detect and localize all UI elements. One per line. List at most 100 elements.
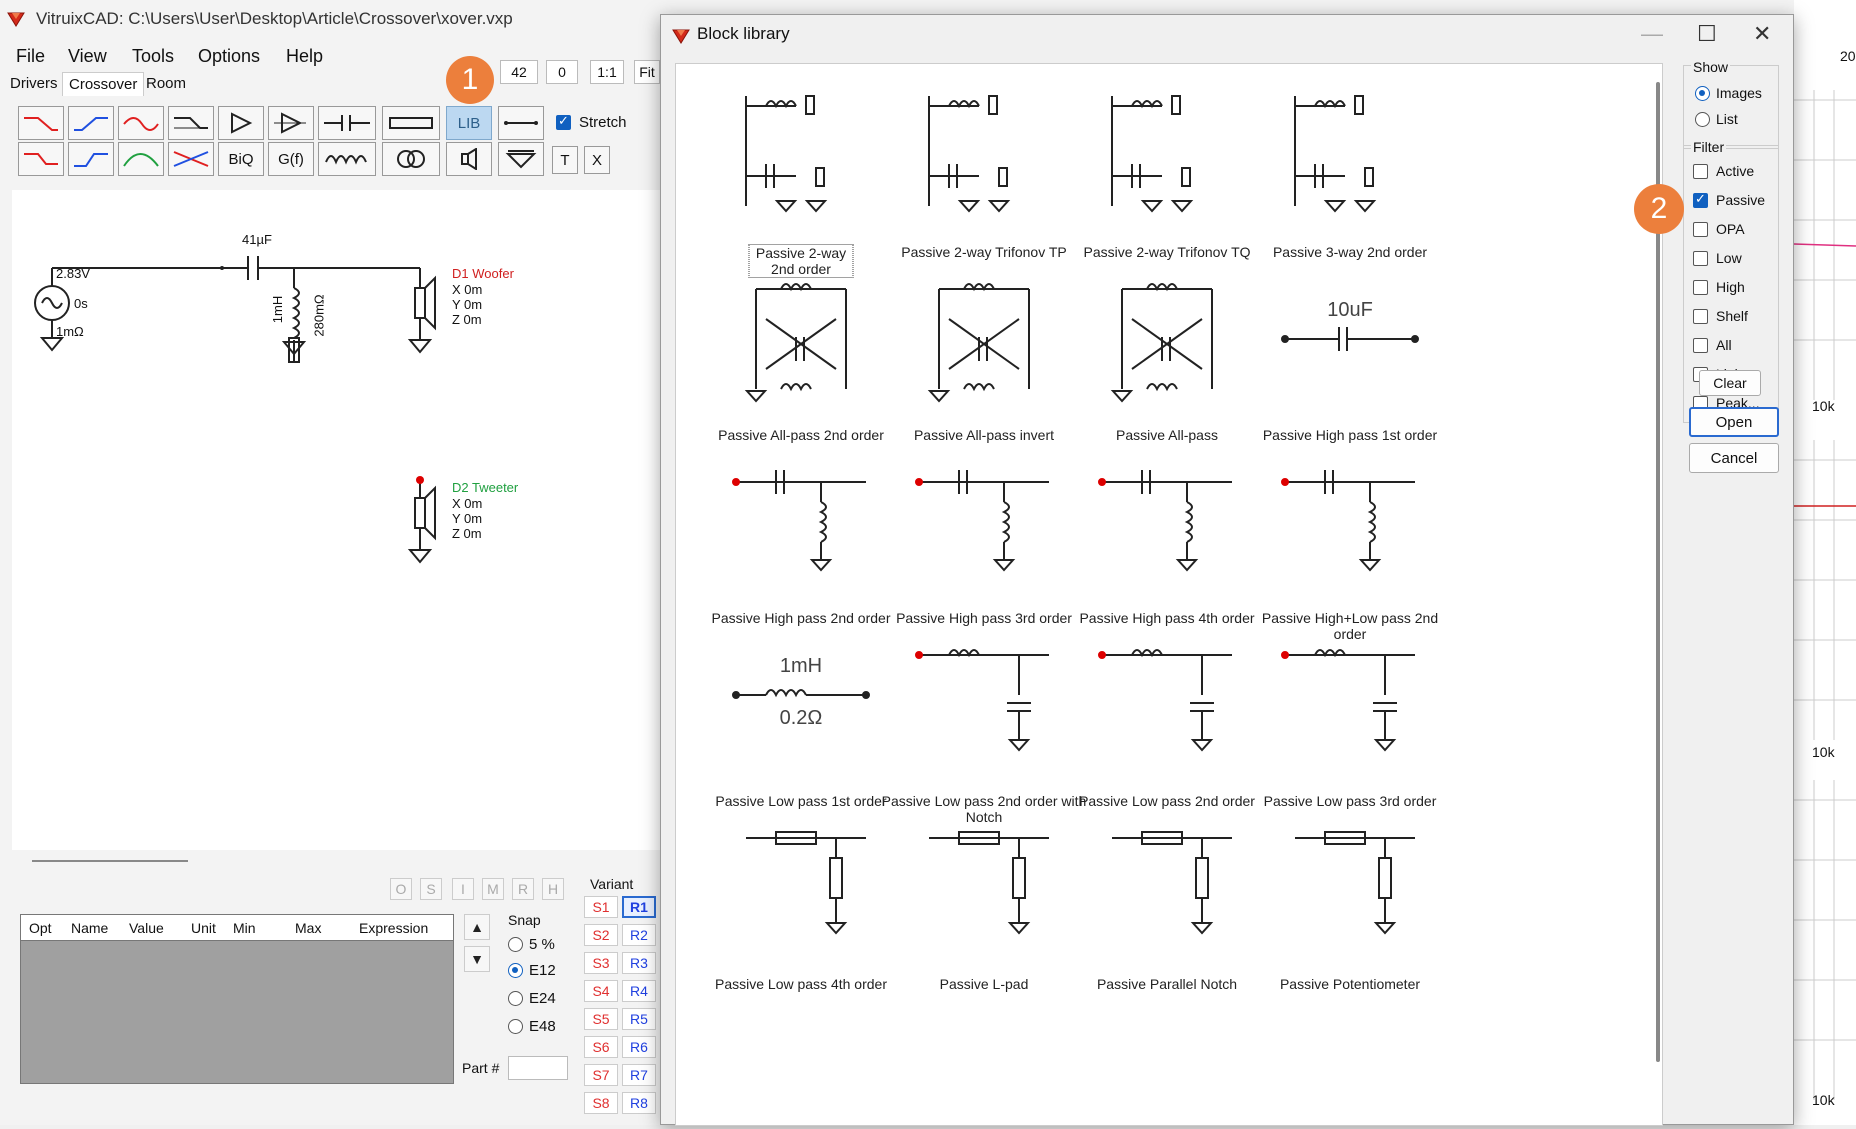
tab-drivers[interactable]: Drivers [4, 72, 64, 95]
zoom-1to1-button[interactable]: 1:1 [590, 60, 624, 84]
menu-help[interactable]: Help [286, 46, 323, 67]
opt-h-button[interactable]: H [542, 878, 564, 900]
variant-r-button[interactable]: R1 [622, 896, 656, 918]
grid-size-field[interactable]: 42 [500, 60, 538, 84]
library-item[interactable]: Passive Low pass 4th order [696, 808, 906, 1020]
show-images-radio[interactable] [1695, 85, 1710, 101]
cancel-button[interactable]: Cancel [1689, 443, 1779, 473]
menu-file[interactable]: File [16, 46, 45, 67]
library-item[interactable]: Passive 2-way 2nd order [696, 76, 906, 288]
snap-e48-radio[interactable] [508, 1019, 523, 1034]
filter-checkbox[interactable] [1693, 250, 1708, 266]
wire-button[interactable] [498, 106, 544, 140]
library-button[interactable]: LIB [446, 106, 492, 140]
library-item[interactable]: Passive All-pass [1062, 259, 1272, 471]
zoom-fit-button[interactable]: Fit [634, 60, 660, 84]
show-images[interactable]: Images [1695, 85, 1762, 101]
library-item[interactable]: Passive Low pass 2nd order [1062, 625, 1272, 837]
variant-s-button[interactable]: S7 [584, 1064, 618, 1086]
library-item[interactable]: 1mH 0.2Ω Passive Low pass 1st order [696, 625, 906, 837]
horizontal-scrollbar[interactable] [32, 860, 188, 862]
move-down-button[interactable]: ▼ [464, 946, 490, 972]
schematic-canvas[interactable]: 41µF 2.83V 0s 1mΩ 1mH 280mΩ D1 Woofer X … [12, 190, 660, 850]
amplifier-button[interactable] [218, 106, 264, 140]
inductor-button[interactable] [318, 142, 376, 176]
filter-option[interactable]: Shelf [1693, 308, 1748, 324]
variant-r-button[interactable]: R4 [622, 980, 656, 1002]
driver-button[interactable] [446, 142, 492, 176]
tab-room[interactable]: Room [140, 72, 192, 95]
filter-checkbox[interactable] [1693, 191, 1708, 208]
offset-field[interactable]: 0 [546, 60, 578, 84]
library-item[interactable]: Passive Potentiometer [1245, 808, 1455, 1020]
minimize-icon[interactable]: — [1641, 21, 1663, 47]
snap-e24-radio[interactable] [508, 991, 523, 1006]
variant-r-button[interactable]: R8 [622, 1092, 656, 1114]
variant-s-button[interactable]: S8 [584, 1092, 618, 1114]
ground-button[interactable] [498, 142, 544, 176]
variant-r-button[interactable]: R7 [622, 1064, 656, 1086]
filter-checkbox[interactable] [1693, 221, 1708, 237]
variant-s-button[interactable]: S5 [584, 1008, 618, 1030]
text-button[interactable]: T [552, 146, 578, 174]
library-item[interactable]: Passive L-pad [879, 808, 1089, 1020]
menu-options[interactable]: Options [198, 46, 260, 67]
filter-option[interactable]: High [1693, 279, 1745, 295]
opamp-button[interactable] [268, 106, 314, 140]
opt-o-button[interactable]: O [390, 878, 412, 900]
lowpass-alt-button[interactable] [18, 142, 64, 176]
library-item[interactable]: Passive High pass 2nd order [696, 442, 906, 654]
variant-r-button[interactable]: R5 [622, 1008, 656, 1030]
notch-button[interactable] [168, 142, 214, 176]
clear-filter-button[interactable]: Clear [1699, 370, 1761, 396]
library-item[interactable]: Passive 2-way Trifonov TP [879, 76, 1089, 288]
filter-option[interactable]: Active [1693, 163, 1754, 179]
biquad-button[interactable]: BiQ [218, 142, 264, 176]
snap-e24[interactable]: E24 [508, 990, 556, 1007]
filter-option[interactable]: Low [1693, 250, 1742, 266]
move-up-button[interactable]: ▲ [464, 914, 490, 940]
close-icon[interactable]: ✕ [1753, 21, 1771, 47]
library-items-area[interactable]: Passive 2-way 2nd order Passive 2-way Tri… [675, 63, 1663, 1126]
highpass-button[interactable] [68, 106, 114, 140]
menu-tools[interactable]: Tools [132, 46, 174, 67]
filter-option[interactable]: All [1693, 337, 1732, 353]
opt-i-button[interactable]: I [452, 878, 474, 900]
snap-5pct[interactable]: 5 % [508, 936, 555, 953]
library-item[interactable]: Passive 2-way Trifonov TQ [1062, 76, 1272, 288]
snap-e12-radio[interactable] [508, 963, 523, 978]
library-item[interactable]: Passive High pass 3rd order [879, 442, 1089, 654]
bandpass-button[interactable] [118, 106, 164, 140]
library-item[interactable]: Passive High pass 4th order [1062, 442, 1272, 654]
lowpass-button[interactable] [18, 106, 64, 140]
variant-s-button[interactable]: S4 [584, 980, 618, 1002]
variant-r-button[interactable]: R2 [622, 924, 656, 946]
library-item[interactable]: Passive Parallel Notch [1062, 808, 1272, 1020]
filter-option[interactable]: Passive [1693, 191, 1765, 208]
variant-s-button[interactable]: S2 [584, 924, 618, 946]
filter-checkbox[interactable] [1693, 279, 1708, 295]
open-button[interactable]: Open [1689, 407, 1779, 437]
opt-s-button[interactable]: S [420, 878, 442, 900]
library-item[interactable]: 10uF Passive High pass 1st order [1245, 259, 1455, 471]
variant-s-button[interactable]: S6 [584, 1036, 618, 1058]
variant-r-button[interactable]: R3 [622, 952, 656, 974]
gf-button[interactable]: G(f) [268, 142, 314, 176]
library-item[interactable]: Passive 3-way 2nd order [1245, 76, 1455, 288]
stretch-checkbox[interactable] [556, 113, 571, 130]
opt-r-button[interactable]: R [512, 878, 534, 900]
library-item[interactable]: Passive All-pass 2nd order [696, 259, 906, 471]
library-item[interactable]: Passive Low pass 3rd order [1245, 625, 1455, 837]
delete-button[interactable]: X [584, 146, 610, 174]
library-item[interactable]: Passive Low pass 2nd order with Notch [879, 625, 1089, 837]
opt-m-button[interactable]: M [482, 878, 504, 900]
maximize-icon[interactable]: ☐ [1697, 21, 1717, 47]
transformer-button[interactable] [382, 142, 440, 176]
variant-s-button[interactable]: S1 [584, 896, 618, 918]
bandpass-green-button[interactable] [118, 142, 164, 176]
filter-checkbox[interactable] [1693, 308, 1708, 324]
snap-e48[interactable]: E48 [508, 1018, 556, 1035]
optimizer-table[interactable]: Opt Name Value Unit Min Max Expression [20, 914, 454, 1084]
capacitor-button[interactable] [318, 106, 376, 140]
menu-view[interactable]: View [68, 46, 107, 67]
